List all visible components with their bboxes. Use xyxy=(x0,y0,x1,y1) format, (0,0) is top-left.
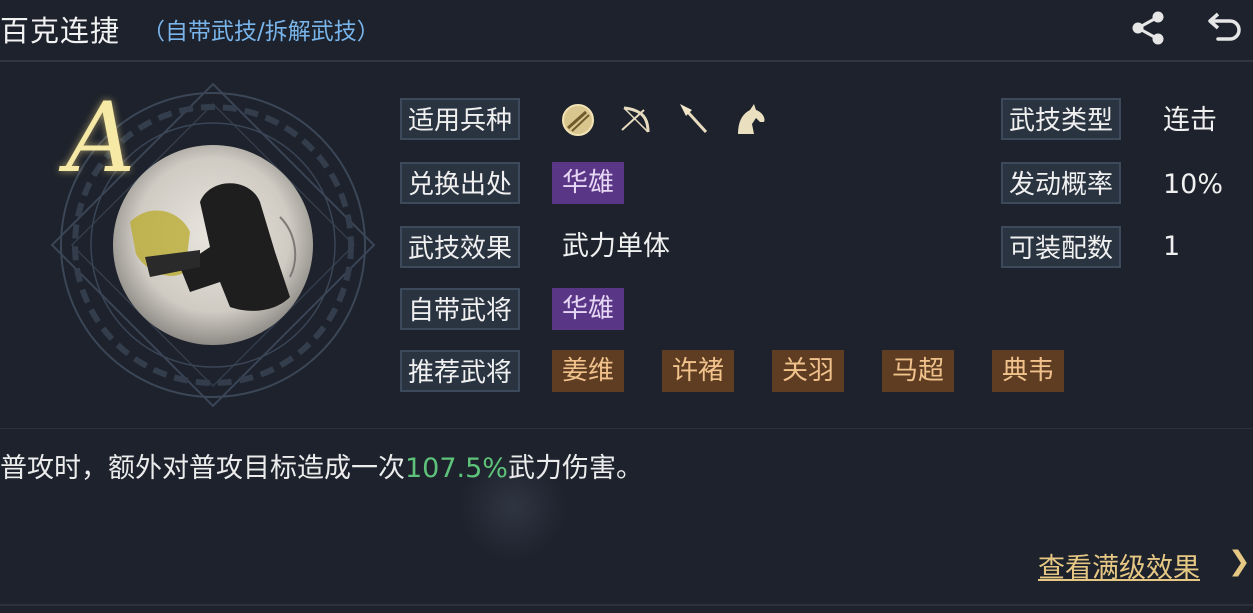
recommend-tag[interactable]: 关羽 xyxy=(772,350,845,392)
bow-icon xyxy=(621,106,650,133)
back-icon xyxy=(1208,12,1241,41)
recommend-tag[interactable]: 典韦 xyxy=(992,350,1065,392)
back-button[interactable] xyxy=(1206,8,1246,48)
spear-icon xyxy=(680,104,708,134)
troop-label: 适用兵种 xyxy=(400,98,521,140)
header: 百克连捷 （自带武技/拆解武技） xyxy=(0,0,1253,60)
equip-label: 可装配数 xyxy=(1001,226,1122,268)
own-general-label: 自带武将 xyxy=(400,288,521,330)
skill-title: 百克连捷 xyxy=(0,14,121,48)
description-highlight: 107.5% xyxy=(405,453,508,484)
rate-label: 发动概率 xyxy=(1001,162,1122,204)
equip-value: 1 xyxy=(1163,231,1181,262)
effect-value: 武力单体 xyxy=(562,231,670,262)
header-divider xyxy=(0,60,1253,62)
share-button[interactable] xyxy=(1128,8,1168,48)
bottom-divider xyxy=(0,604,1253,606)
rate-value: 10% xyxy=(1163,169,1224,200)
shield-icon xyxy=(562,104,594,136)
section-divider xyxy=(0,428,1253,429)
recommend-tag[interactable]: 马超 xyxy=(882,350,955,392)
skill-subtitle: （自带武技/拆解武技） xyxy=(142,19,380,45)
horse-icon xyxy=(738,104,765,134)
description-prefix: 普攻时，额外对普攻目标造成一次 xyxy=(0,453,405,484)
recommend-label: 推荐武将 xyxy=(400,350,521,392)
source-tag[interactable]: 华雄 xyxy=(552,162,625,204)
source-label: 兑换出处 xyxy=(400,162,521,204)
recommend-tag[interactable]: 许褚 xyxy=(662,350,735,392)
share-icon xyxy=(1132,11,1164,45)
description-suffix: 武力伤害。 xyxy=(507,453,643,484)
chevron-right-icon[interactable]: ❯ xyxy=(1228,546,1251,577)
skill-description: 普攻时，额外对普攻目标造成一次107.5%武力伤害。 xyxy=(0,446,643,485)
type-value: 连击 xyxy=(1163,105,1217,136)
grade-letter: A xyxy=(66,82,136,194)
effect-label: 武技效果 xyxy=(400,226,521,268)
own-general-tag[interactable]: 华雄 xyxy=(552,288,625,330)
recommend-tag[interactable]: 姜维 xyxy=(552,350,625,392)
type-label: 武技类型 xyxy=(1001,98,1122,140)
view-max-level-link[interactable]: 查看满级效果 xyxy=(1038,546,1200,585)
